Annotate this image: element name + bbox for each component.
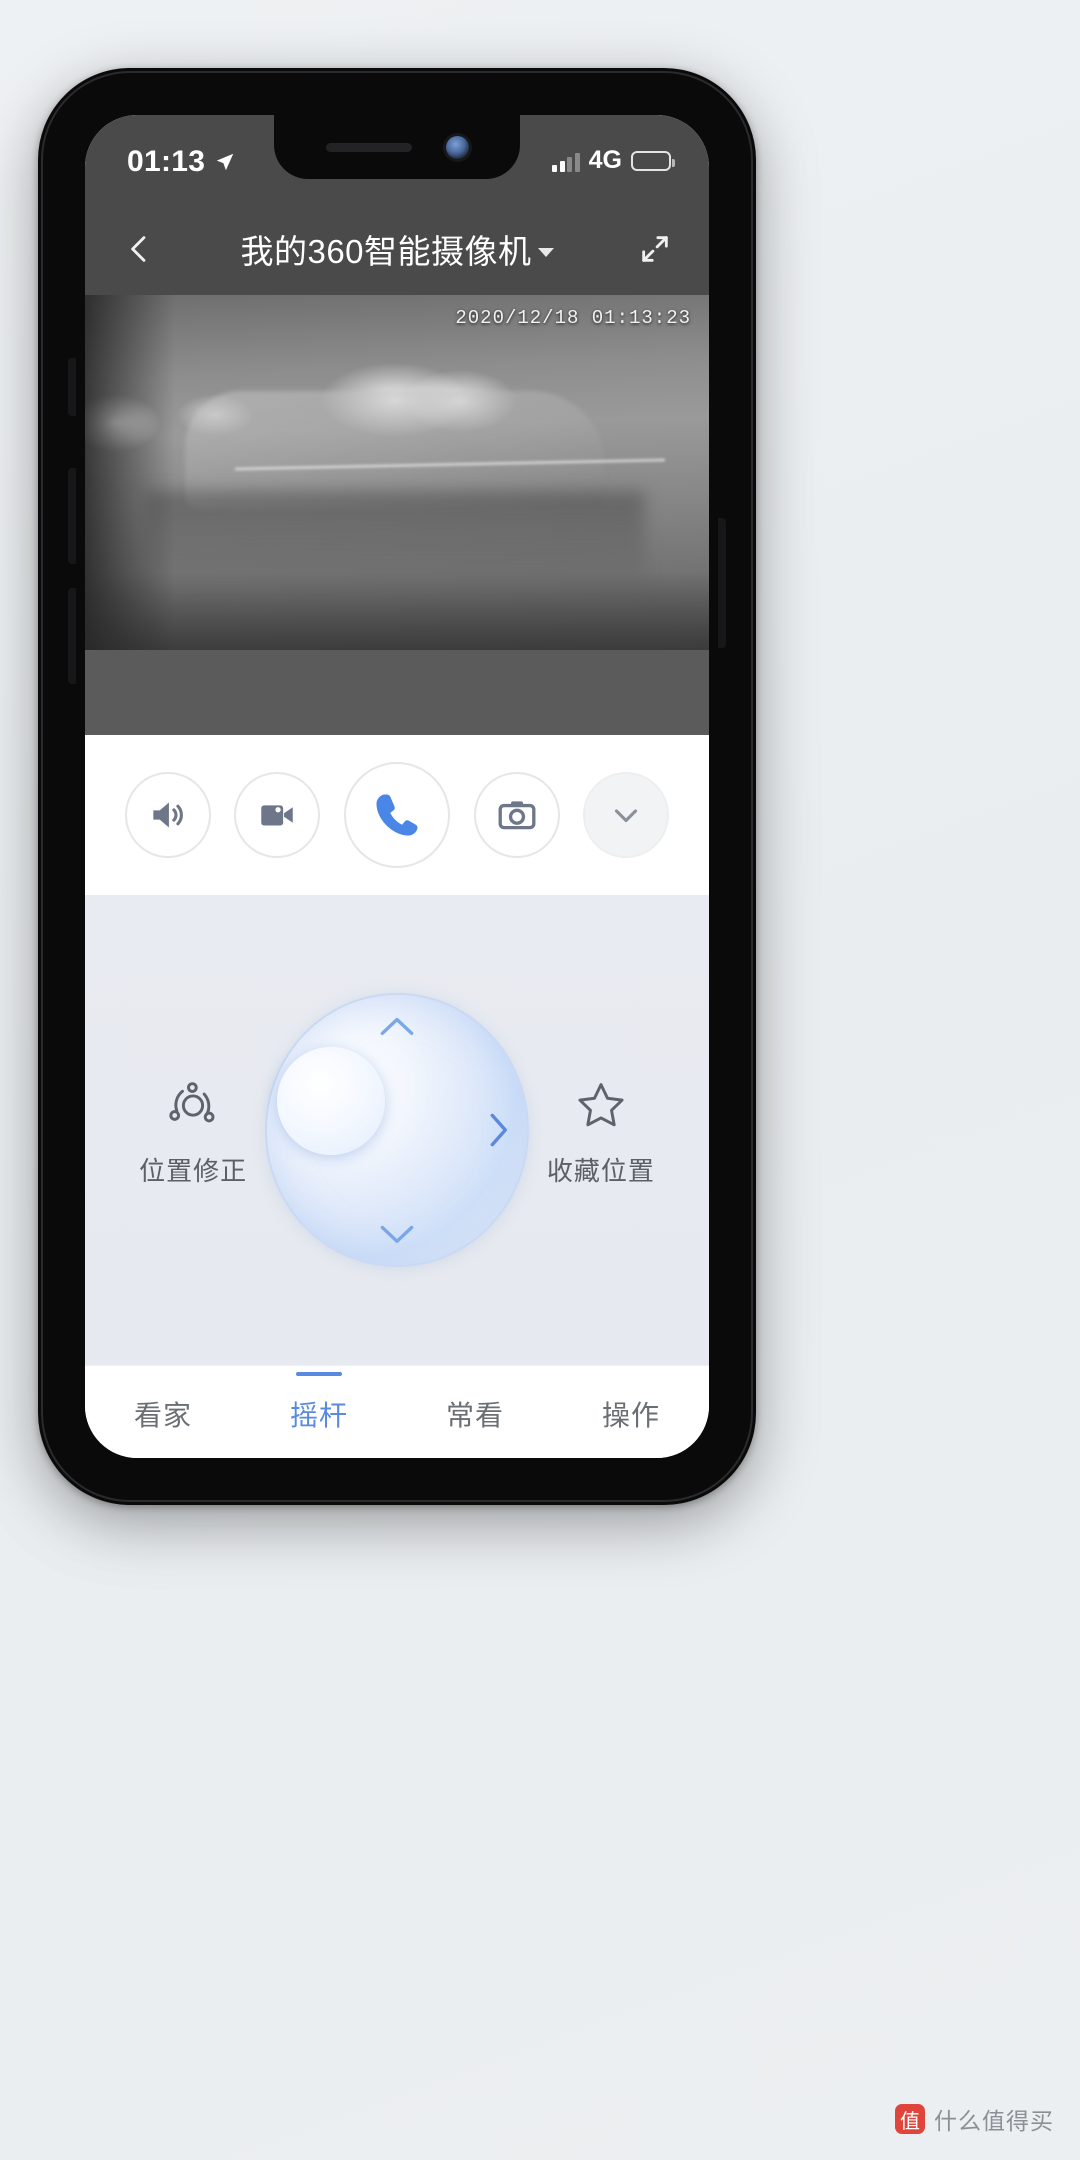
favorite-position-action[interactable]: 收藏位置 xyxy=(529,1073,673,1188)
status-bar: 01:13 4G xyxy=(85,115,709,203)
phone-icon xyxy=(376,794,418,836)
tab-operations[interactable]: 操作 xyxy=(553,1394,709,1434)
volume-up-button[interactable] xyxy=(68,468,76,564)
page-title: 我的360智能摄像机 xyxy=(240,233,532,270)
video-player[interactable]: 2020/12/18 01:13:23 xyxy=(85,295,709,735)
chevron-down-icon xyxy=(615,809,638,823)
back-button[interactable] xyxy=(111,221,167,277)
front-camera-icon xyxy=(445,135,469,159)
feed-shadow xyxy=(145,491,645,581)
signal-bars-icon xyxy=(552,150,580,172)
mute-switch[interactable] xyxy=(68,358,76,416)
watermark-text: 什么值得买 xyxy=(934,2108,1054,2134)
device-title-selector[interactable]: 我的360智能摄像机 xyxy=(85,225,709,273)
chevron-right-icon[interactable] xyxy=(485,1110,511,1150)
status-time: 01:13 xyxy=(127,145,206,178)
watermark-badge: 值 xyxy=(895,2104,925,2134)
video-timestamp: 2020/12/18 01:13:23 xyxy=(455,307,691,329)
tab-joystick[interactable]: 摇杆 xyxy=(241,1394,397,1434)
record-button[interactable] xyxy=(234,772,321,858)
fullscreen-button[interactable] xyxy=(627,221,683,277)
pan-tilt-joystick[interactable] xyxy=(265,993,529,1267)
status-bar-right: 4G xyxy=(552,146,675,175)
speaker-button[interactable] xyxy=(124,772,211,858)
network-type: 4G xyxy=(588,146,622,174)
talk-button[interactable] xyxy=(343,762,450,868)
star-outline-icon xyxy=(578,1082,624,1126)
battery-icon xyxy=(631,150,675,171)
tab-watch-home[interactable]: 看家 xyxy=(85,1394,241,1434)
snapshot-button[interactable] xyxy=(473,772,560,858)
app-header: 我的360智能摄像机 xyxy=(85,203,709,295)
camera-icon xyxy=(498,801,536,830)
bottom-tab-bar: 看家 摇杆 常看 操作 xyxy=(85,1365,709,1458)
power-button[interactable] xyxy=(718,518,726,648)
phone-screen: 01:13 4G 我的360智能摄像机 2020/12/18 01:13:23 … xyxy=(85,115,709,1458)
tab-frequent[interactable]: 常看 xyxy=(397,1394,553,1434)
speaker-wave-icon xyxy=(153,802,183,828)
camera-controls-bar xyxy=(85,735,709,895)
video-camera-icon xyxy=(261,805,294,826)
device-notch xyxy=(274,115,520,179)
expand-diagonal-icon xyxy=(642,236,668,262)
joystick-panel: 位置修正 收藏位置 xyxy=(85,895,709,1365)
feed-vignette-bottom xyxy=(85,572,709,650)
calibrate-orbit-icon xyxy=(169,1081,215,1122)
position-calibrate-label: 位置修正 xyxy=(139,1155,248,1186)
watermark: 值 什么值得买 xyxy=(895,2102,1054,2136)
chevron-down-icon[interactable] xyxy=(377,1221,417,1247)
status-bar-left: 01:13 xyxy=(127,145,236,179)
earpiece-speaker xyxy=(325,142,412,152)
caret-down-icon xyxy=(537,247,554,257)
location-arrow-icon xyxy=(216,153,234,171)
phone-frame: 01:13 4G 我的360智能摄像机 2020/12/18 01:13:23 … xyxy=(38,68,756,1505)
position-calibrate-action[interactable]: 位置修正 xyxy=(121,1073,265,1188)
collapse-controls-button[interactable] xyxy=(583,772,670,858)
favorite-position-label: 收藏位置 xyxy=(546,1155,655,1186)
volume-down-button[interactable] xyxy=(68,588,76,684)
chevron-up-icon[interactable] xyxy=(377,1013,417,1039)
camera-live-feed[interactable]: 2020/12/18 01:13:23 xyxy=(85,295,709,650)
joystick-knob[interactable] xyxy=(277,1047,386,1155)
chevron-left-icon xyxy=(131,236,146,262)
